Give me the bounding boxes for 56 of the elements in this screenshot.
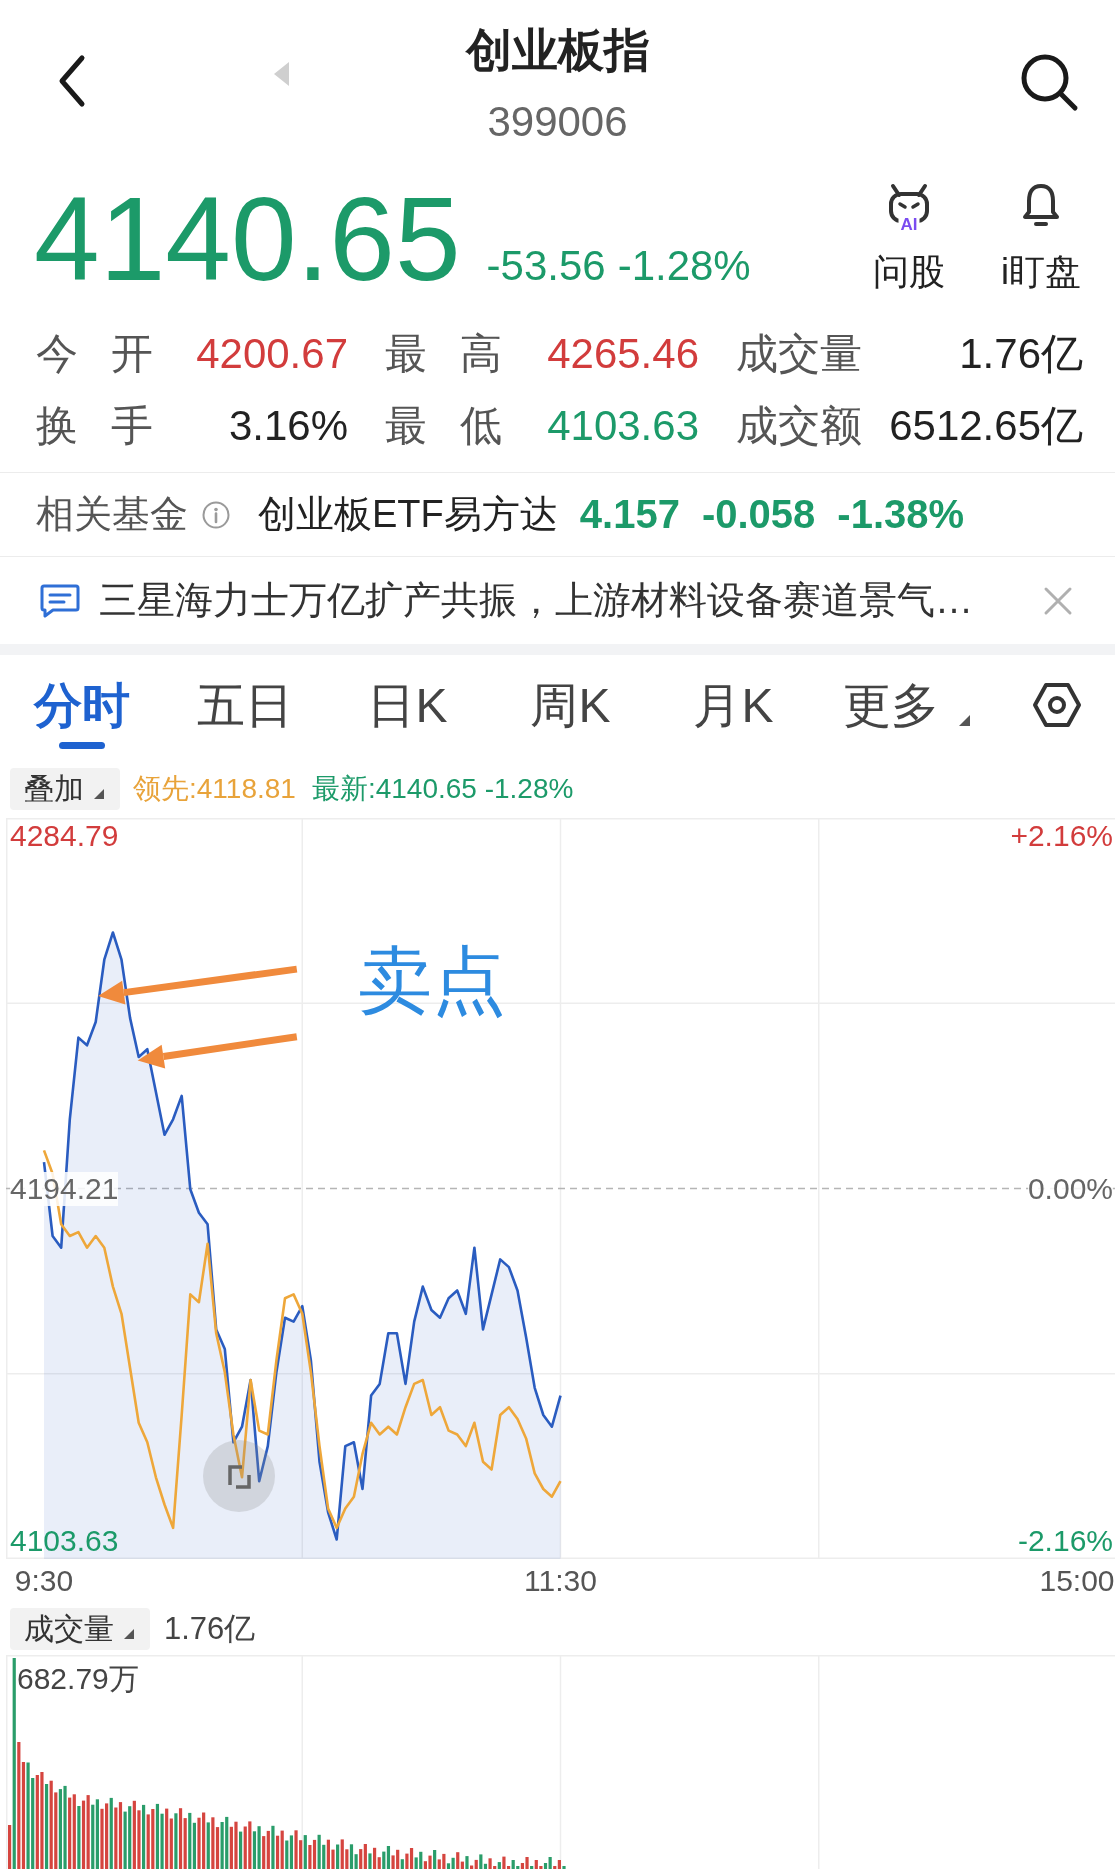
chart-tab[interactable]: 月K (652, 655, 815, 760)
stat-value: 4265.46 (547, 330, 699, 378)
y-axis-label: 4194.21 (10, 1171, 119, 1206)
stat-value: 3.16% (228, 402, 348, 450)
legend-label: 最新:4140.65 -1.28% (311, 772, 574, 806)
fund-change: -0.058 (701, 492, 816, 537)
index-title: 创业板指 (465, 23, 650, 78)
settings-icon[interactable] (1032, 682, 1082, 728)
legend-label: 领先:4118.81 (133, 772, 296, 806)
ai-badge: AI (898, 216, 920, 233)
chart-tab[interactable]: 分时 (0, 655, 163, 760)
time-label: 9:30 (14, 1563, 74, 1599)
chart-tab[interactable]: 更多 (815, 655, 978, 760)
volume-max-label: 682.79万 (17, 1661, 139, 1697)
percent-label: +2.16% (1010, 819, 1113, 853)
price-value: 4140.65 (34, 180, 461, 298)
ai-assistant-button[interactable]: AI 问股 (849, 181, 969, 292)
search-icon[interactable] (1019, 52, 1079, 112)
stat-value: 4103.63 (547, 402, 699, 450)
fund-section-label: 相关基金 (36, 492, 188, 537)
index-code: 399006 (487, 100, 628, 144)
stat-label: 最 低 (385, 401, 502, 451)
info-icon[interactable] (202, 500, 230, 529)
price-alert-button[interactable]: i盯盘 (981, 181, 1101, 292)
message-icon (39, 582, 81, 619)
annotation-label: 卖点 (358, 939, 507, 1024)
dropdown-triangle-icon (94, 789, 104, 799)
dropdown-triangle-icon (124, 1629, 134, 1639)
stat-value: 1.76亿 (959, 329, 1083, 379)
time-label: 15:00 (1039, 1563, 1115, 1599)
stat-value: 6512.65亿 (889, 401, 1083, 451)
chart-tab[interactable]: 日K (326, 655, 489, 760)
stat-value: 4200.67 (196, 330, 348, 378)
price-change-percent: -1.28% (617, 242, 751, 290)
percent-label: -2.16% (1017, 1523, 1113, 1558)
volume-total: 1.76亿 (164, 1610, 256, 1648)
stat-label: 今 开 (36, 329, 153, 379)
stat-label: 最 高 (385, 329, 502, 379)
stat-label: 换 手 (36, 401, 153, 451)
news-headline[interactable]: 三星海力士万亿扩产共振，上游材料设备赛道景气… (99, 575, 973, 626)
stat-label: 成交额 (736, 401, 862, 451)
bell-icon (1021, 181, 1061, 229)
corner-brackets-icon[interactable] (203, 1440, 275, 1512)
stat-label: 成交量 (736, 329, 862, 379)
overlay-dropdown[interactable]: 叠加 (10, 768, 120, 810)
y-axis-label: 4103.63 (10, 1523, 119, 1558)
y-axis-label: 4284.79 (10, 819, 119, 853)
fund-change-percent: -1.38% (837, 492, 965, 537)
volume-dropdown[interactable]: 成交量 (10, 1608, 150, 1650)
fund-price: 4.157 (579, 492, 680, 537)
fund-name[interactable]: 创业板ETF易方达 (258, 489, 558, 540)
chart-tab[interactable]: 周K (489, 655, 652, 760)
chart-tab[interactable]: 五日 (163, 655, 326, 760)
time-label: 11:30 (524, 1563, 597, 1599)
price-change: -53.56 (486, 242, 606, 290)
back-icon[interactable] (57, 54, 87, 108)
